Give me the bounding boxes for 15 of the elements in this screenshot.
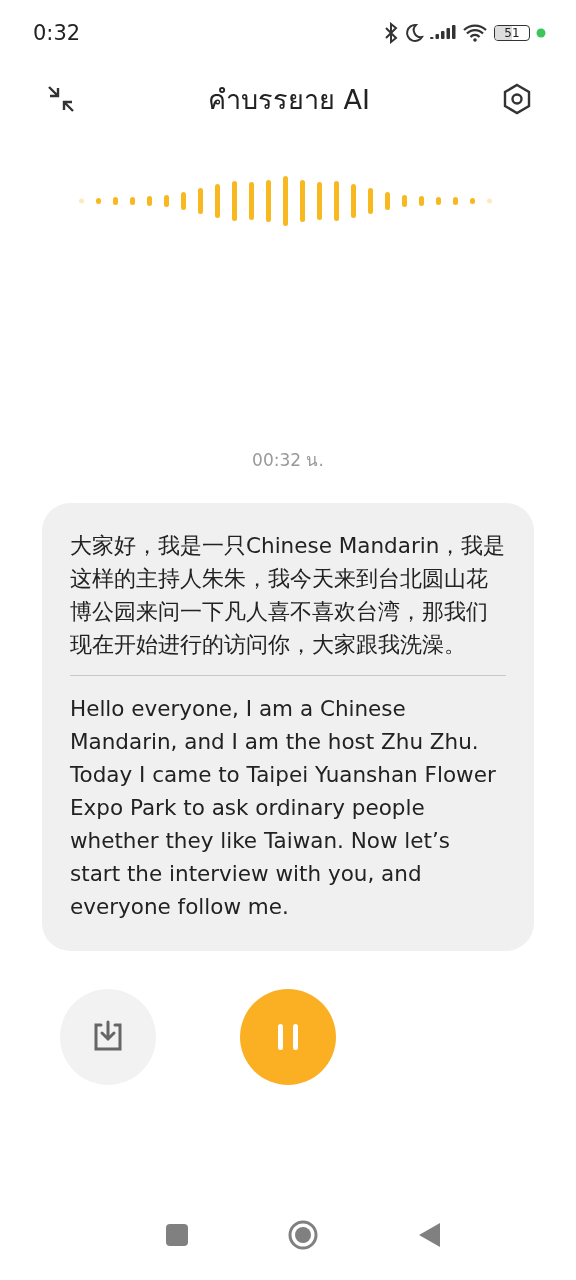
signal-icon [430,25,456,41]
recents-button[interactable] [166,1224,188,1246]
translation-text: Hello everyone, I am a Chinese Mandarin, and I am the host Zhu Zhu. Today I came to Taipei Yuanshan Flower Expo Park to ask ordinary people whether they like Taiwan. Now let’s start the interview with you, and everyone follow me. [70,695,497,921]
battery-percent: 51 [504,27,520,39]
clock: 0:32 [33,21,81,45]
pause-icon [275,1023,301,1051]
bluetooth-icon [384,22,398,44]
original-text: 大家好，我是一只Chinese Mandarin，我是这样的主持人朱朱，我今天来到台北圆山花博公园来问一下凡人喜不喜欢台湾，那我们现在开始进行的访问你，大家跟我洗澡。 [70,532,506,659]
dot-icon [536,28,546,38]
page-title: คำบรรยาย AI [208,82,370,117]
timestamp: 00:32 น. [251,449,325,472]
home-button[interactable] [288,1220,318,1250]
moon-icon [404,23,424,43]
back-button[interactable] [418,1223,440,1247]
wifi-icon [462,23,488,43]
